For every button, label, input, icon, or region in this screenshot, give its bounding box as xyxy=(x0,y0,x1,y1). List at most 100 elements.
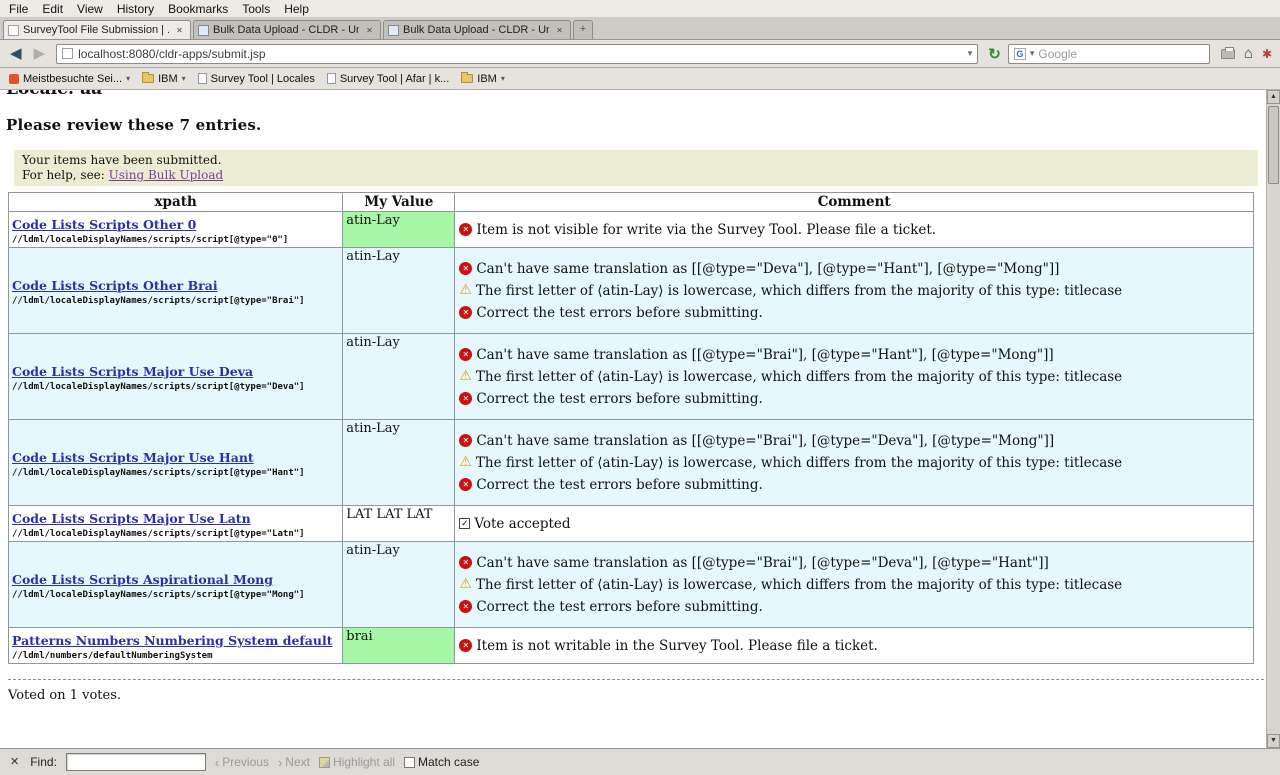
vertical-scrollbar[interactable]: ▲ ▼ xyxy=(1266,90,1280,748)
tab-bar: SurveyTool File Submission | ... ✕ Bulk … xyxy=(0,18,1280,40)
xpath-link[interactable]: Code Lists Scripts Major Use Deva xyxy=(12,364,253,379)
google-icon: G xyxy=(1014,48,1026,60)
bookmark-label: IBM xyxy=(158,73,178,85)
my-value-cell: atin-Lay xyxy=(343,420,455,506)
close-find-bar-icon[interactable]: ✕ xyxy=(8,755,21,769)
search-bar[interactable]: G ▾ Google xyxy=(1008,44,1210,64)
column-header-comment: Comment xyxy=(455,193,1254,212)
new-tab-button[interactable]: + xyxy=(573,20,593,39)
xpath-link[interactable]: Code Lists Scripts Major Use Hant xyxy=(12,450,254,465)
find-next-button[interactable]: › Next xyxy=(278,755,310,769)
tab-close-icon[interactable]: ✕ xyxy=(553,24,566,37)
search-engine-dropdown-icon[interactable]: ▾ xyxy=(1030,48,1035,59)
url-text[interactable]: localhost:8080/cldr-apps/submit.jsp xyxy=(78,47,963,61)
page-icon xyxy=(327,73,336,84)
menu-edit[interactable]: Edit xyxy=(35,1,70,17)
scrollbar-thumb[interactable] xyxy=(1268,106,1279,184)
previous-arrow-icon: ‹ xyxy=(215,756,219,769)
bookmark-label: IBM xyxy=(477,73,497,85)
match-case-checkbox[interactable]: Match case xyxy=(404,755,479,769)
my-value-cell: atin-Lay xyxy=(343,542,455,628)
menu-history[interactable]: History xyxy=(110,1,161,17)
url-dropdown-icon[interactable]: ▾ xyxy=(968,48,973,59)
comment-text: The first letter of ⟨atin-Lay⟩ is lowerc… xyxy=(476,455,1122,471)
tab-title: SurveyTool File Submission | ... xyxy=(23,24,169,36)
menu-tools[interactable]: Tools xyxy=(235,1,277,17)
table-row: Code Lists Scripts Major Use Hant //ldml… xyxy=(9,420,1254,506)
xpath-path: //ldml/localeDisplayNames/scripts/script… xyxy=(12,590,339,600)
comment-line: ✕ Can't have same translation as [[@type… xyxy=(459,347,1249,363)
site-favicon xyxy=(62,48,73,59)
comment-text: Can't have same translation as [[@type="… xyxy=(476,347,1053,363)
table-header-row: xpath My Value Comment xyxy=(9,193,1254,212)
highlight-all-button[interactable]: Highlight all xyxy=(319,755,395,769)
search-placeholder[interactable]: Google xyxy=(1038,47,1203,61)
comment-text: Correct the test errors before submittin… xyxy=(476,391,762,407)
error-icon: ✕ xyxy=(459,392,472,405)
table-row: Code Lists Scripts Aspirational Mong //l… xyxy=(9,542,1254,628)
forward-button-icon[interactable]: ▶ xyxy=(30,46,50,61)
bookmark-label: Survey Tool | Locales xyxy=(211,73,315,85)
comment-line: ✕ Can't have same translation as [[@type… xyxy=(459,433,1249,449)
toolbar-extra-icons: ⌂ ✱ xyxy=(1221,46,1274,61)
comment-text: The first letter of ⟨atin-Lay⟩ is lowerc… xyxy=(476,577,1122,593)
xpath-link[interactable]: Code Lists Scripts Other Brai xyxy=(12,278,218,293)
error-icon: ✕ xyxy=(459,556,472,569)
scroll-up-icon[interactable]: ▲ xyxy=(1267,90,1280,104)
tab-survey-tool-submission[interactable]: SurveyTool File Submission | ... ✕ xyxy=(3,20,191,39)
using-bulk-upload-link[interactable]: Using Bulk Upload xyxy=(109,168,224,182)
xpath-link[interactable]: Code Lists Scripts Aspirational Mong xyxy=(12,572,273,587)
tab-close-icon[interactable]: ✕ xyxy=(363,24,376,37)
extension-icon[interactable]: ✱ xyxy=(1262,48,1272,60)
find-previous-button[interactable]: ‹ Previous xyxy=(215,755,269,769)
chevron-down-icon: ▾ xyxy=(182,74,186,83)
page-favicon xyxy=(8,25,19,36)
column-header-xpath: xpath xyxy=(9,193,343,212)
bookmark-label: Meistbesuchte Sei... xyxy=(23,73,122,85)
warning-icon: ⚠ xyxy=(459,284,472,297)
xpath-path: //ldml/localeDisplayNames/scripts/script… xyxy=(12,529,339,539)
clipped-locale-heading: Locale: aa xyxy=(6,90,1266,99)
tab-bulk-upload-2[interactable]: Bulk Data Upload - CLDR - Un... ✕ xyxy=(383,20,571,39)
menu-file[interactable]: File xyxy=(2,1,35,17)
address-bar[interactable]: localhost:8080/cldr-apps/submit.jsp ▾ xyxy=(56,44,978,64)
bookmark-most-visited[interactable]: Meistbesuchte Sei... ▾ xyxy=(4,71,135,87)
menu-bookmarks[interactable]: Bookmarks xyxy=(161,1,235,17)
tab-bulk-upload-1[interactable]: Bulk Data Upload - CLDR - Un... ✕ xyxy=(193,20,381,39)
notice-line-1: Your items have been submitted. xyxy=(22,153,1250,168)
menu-help[interactable]: Help xyxy=(277,1,316,17)
scroll-down-icon[interactable]: ▼ xyxy=(1267,734,1280,748)
find-input[interactable] xyxy=(66,753,206,771)
navigation-toolbar: ◀ ▶ localhost:8080/cldr-apps/submit.jsp … xyxy=(0,40,1280,68)
menu-view[interactable]: View xyxy=(70,1,110,17)
error-icon: ✕ xyxy=(459,600,472,613)
bookmark-folder-ibm-1[interactable]: IBM ▾ xyxy=(137,71,191,87)
warning-icon: ⚠ xyxy=(459,578,472,591)
comment-line: ✕ Can't have same translation as [[@type… xyxy=(459,261,1249,277)
folder-icon xyxy=(461,74,473,83)
comment-text: Correct the test errors before submittin… xyxy=(476,477,762,493)
cldr-favicon xyxy=(388,25,399,36)
page-content: Locale: aa Please review these 7 entries… xyxy=(0,90,1280,748)
cldr-favicon xyxy=(198,25,209,36)
tab-close-icon[interactable]: ✕ xyxy=(173,24,186,37)
warning-icon: ⚠ xyxy=(459,456,472,469)
error-icon: ✕ xyxy=(459,262,472,275)
xpath-link[interactable]: Patterns Numbers Numbering System defaul… xyxy=(12,633,333,648)
comment-text: Vote accepted xyxy=(474,516,570,532)
bookmark-survey-tool-afar[interactable]: Survey Tool | Afar | k... xyxy=(322,71,454,87)
find-label: Find: xyxy=(30,755,57,769)
bookmark-folder-ibm-2[interactable]: IBM ▾ xyxy=(456,71,510,87)
reload-icon[interactable]: ↻ xyxy=(985,45,1004,63)
xpath-link[interactable]: Code Lists Scripts Major Use Latn xyxy=(12,511,251,526)
comment-text: The first letter of ⟨atin-Lay⟩ is lowerc… xyxy=(476,369,1122,385)
home-icon[interactable]: ⌂ xyxy=(1244,46,1253,61)
xpath-path: //ldml/numbers/defaultNumberingSystem xyxy=(12,651,339,661)
printer-icon[interactable] xyxy=(1221,49,1235,59)
bookmark-label: Survey Tool | Afar | k... xyxy=(340,73,449,85)
back-button-icon[interactable]: ◀ xyxy=(6,46,26,61)
chevron-down-icon: ▾ xyxy=(501,74,505,83)
checkbox-checked-icon: ✓ xyxy=(459,518,470,529)
bookmark-survey-tool-locales[interactable]: Survey Tool | Locales xyxy=(193,71,320,87)
xpath-link[interactable]: Code Lists Scripts Other 0 xyxy=(12,217,196,232)
